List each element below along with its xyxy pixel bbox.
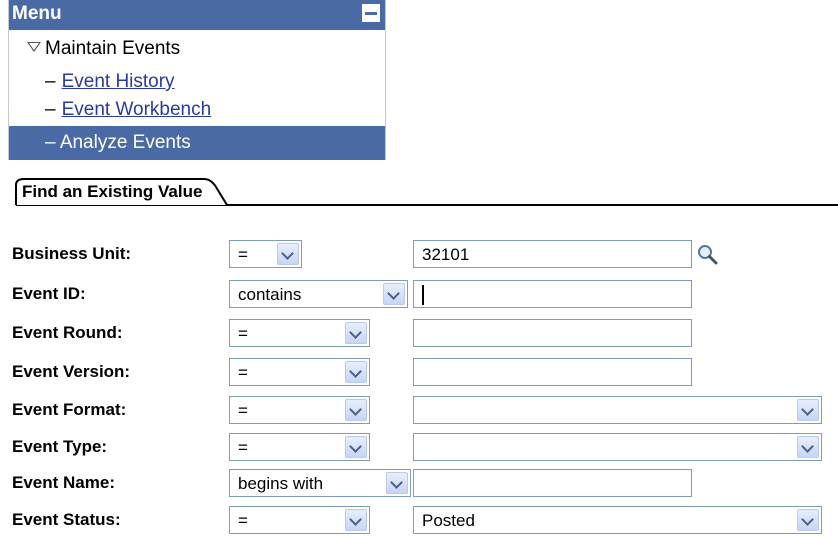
operator-value: = [238, 363, 248, 382]
tab-label: Find an Existing Value [22, 182, 203, 201]
lookup-search-icon[interactable] [697, 244, 719, 266]
event-status-select[interactable]: Posted [413, 506, 822, 534]
field-value: 32101 [422, 245, 470, 264]
menu-title: Menu [12, 3, 62, 24]
event-round-input[interactable] [413, 319, 692, 347]
field-value: Posted [422, 511, 475, 530]
menu-item-dash: – [45, 71, 56, 92]
event-round-label: Event Round: [12, 323, 123, 342]
event-type-operator-select[interactable]: = [229, 433, 370, 461]
event-format-select[interactable] [413, 396, 822, 424]
chevron-down-icon[interactable] [797, 399, 819, 421]
business-unit-row: Business Unit: = 32101 [0, 240, 838, 270]
event-round-operator-select[interactable]: = [229, 319, 370, 347]
operator-value: = [238, 511, 248, 530]
event-format-label: Event Format: [12, 400, 127, 419]
event-round-row: Event Round: = [0, 319, 838, 349]
chevron-down-icon[interactable] [386, 472, 408, 494]
operator-value: begins with [238, 474, 324, 493]
menu-item-analyze-events[interactable]: – Analyze Events [9, 126, 385, 160]
menu-item-label: – Analyze Events [45, 132, 191, 153]
event-workbench-link[interactable]: Event Workbench [62, 99, 212, 120]
tab-find-existing-value[interactable]: Find an Existing Value [6, 177, 231, 206]
chevron-down-icon[interactable] [277, 243, 299, 265]
chevron-down-icon[interactable] [383, 283, 405, 305]
event-name-label: Event Name: [12, 473, 115, 492]
event-format-operator-select[interactable]: = [229, 396, 370, 424]
event-status-operator-select[interactable]: = [229, 506, 370, 534]
menu-header: Menu [9, 0, 385, 30]
event-name-row: Event Name: begins with [0, 469, 838, 499]
event-format-row: Event Format: = [0, 396, 838, 426]
menu-item-event-workbench[interactable]: – Event Workbench [45, 98, 211, 122]
event-type-select[interactable] [413, 433, 822, 461]
event-type-row: Event Type: = [0, 433, 838, 463]
chevron-down-icon[interactable] [345, 509, 367, 531]
event-id-row: Event ID: contains [0, 280, 838, 310]
business-unit-operator-select[interactable]: = [229, 240, 302, 268]
event-version-input[interactable] [413, 358, 692, 386]
operator-value: = [238, 438, 248, 457]
business-unit-input[interactable]: 32101 [413, 240, 692, 268]
event-type-label: Event Type: [12, 437, 108, 456]
triangle-down-icon [27, 41, 41, 52]
operator-value: = [238, 324, 248, 343]
operator-value: = [238, 401, 248, 420]
event-version-label: Event Version: [12, 362, 131, 381]
menu-folder-maintain-events[interactable]: Maintain Events [27, 37, 180, 61]
event-history-link[interactable]: Event History [62, 71, 175, 92]
event-status-label: Event Status: [12, 510, 121, 529]
collapse-icon[interactable] [362, 4, 380, 22]
event-version-operator-select[interactable]: = [229, 358, 370, 386]
chevron-down-icon[interactable] [345, 399, 367, 421]
chevron-down-icon[interactable] [797, 436, 819, 458]
chevron-down-icon[interactable] [797, 509, 819, 531]
menu-item-dash: – [45, 99, 56, 120]
event-name-input[interactable] [413, 469, 692, 497]
chevron-down-icon[interactable] [345, 322, 367, 344]
event-id-input[interactable] [413, 280, 692, 308]
event-status-row: Event Status: = Posted [0, 506, 838, 536]
text-cursor [422, 285, 424, 305]
event-id-label: Event ID: [12, 284, 86, 303]
menu-folder-label: Maintain Events [45, 38, 181, 59]
event-version-row: Event Version: = [0, 358, 838, 388]
event-name-operator-select[interactable]: begins with [229, 469, 411, 497]
menu-panel: Menu Maintain Events – Event History – Eve… [8, 0, 386, 160]
operator-value: = [238, 245, 248, 264]
event-id-operator-select[interactable]: contains [229, 280, 408, 308]
business-unit-label: Business Unit: [12, 244, 132, 263]
operator-value: contains [238, 285, 302, 304]
menu-item-event-history[interactable]: – Event History [45, 70, 175, 94]
chevron-down-icon[interactable] [345, 436, 367, 458]
chevron-down-icon[interactable] [345, 361, 367, 383]
